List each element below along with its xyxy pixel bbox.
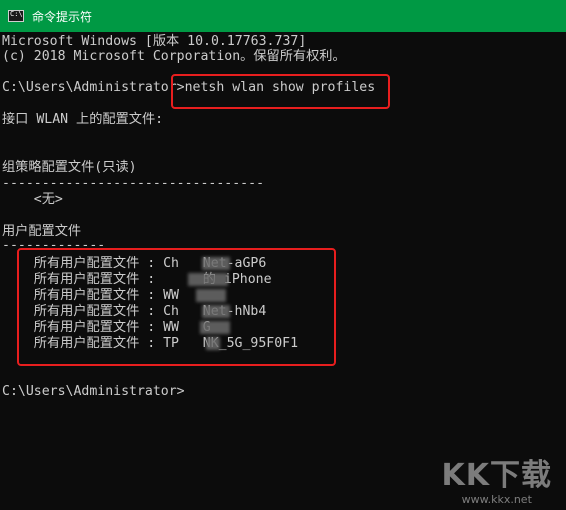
cmd-icon [8,10,24,22]
watermark-url: www.kkx.net [461,493,532,506]
profiles-highlight-box [17,248,336,366]
console-line: (c) 2018 Microsoft Corporation。保留所有权利。 [2,49,346,64]
console-line: 组策略配置文件(只读) [2,160,137,175]
console-line: --------------------------------- [2,176,265,191]
command-highlight-box [171,74,390,109]
title-bar[interactable]: 命令提示符 [0,0,566,32]
prompt-line: C:\Users\Administrator> [2,384,185,399]
console-line: Microsoft Windows [版本 10.0.17763.737] [2,34,307,49]
console-output[interactable]: Microsoft Windows [版本 10.0.17763.737] (c… [0,32,566,510]
console-line: <无> [2,192,63,207]
watermark: KK下载 www.kkx.net [441,458,553,507]
console-line: 接口 WLAN 上的配置文件: [2,112,164,127]
window-title: 命令提示符 [32,9,93,24]
watermark-logo: KK下载 [441,458,552,493]
